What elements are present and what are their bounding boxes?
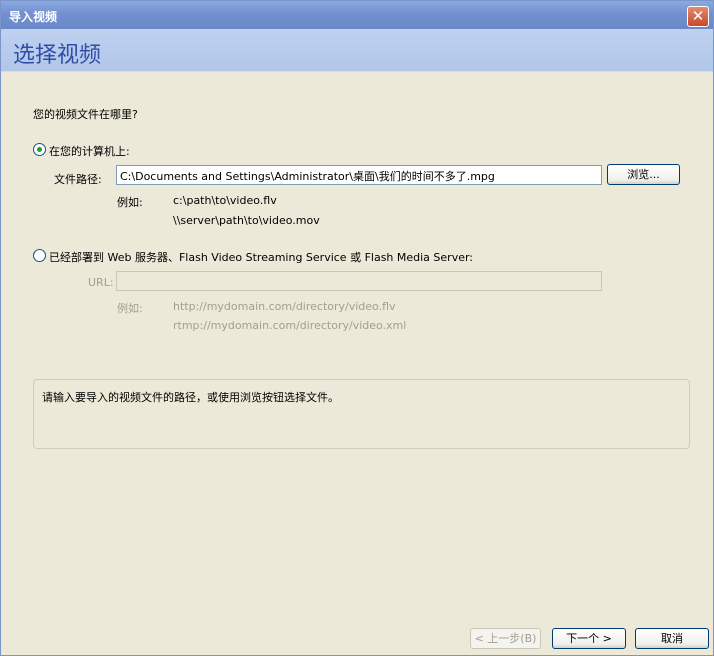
- web-example-2: rtmp://mydomain.com/directory/video.xml: [173, 319, 407, 332]
- browse-button[interactable]: 浏览...: [607, 164, 680, 185]
- header-band: 选择视频: [1, 29, 713, 72]
- location-question: 您的视频文件在哪里?: [33, 108, 138, 121]
- web-server-label[interactable]: 已经部署到 Web 服务器、Flash Video Streaming Serv…: [49, 249, 473, 265]
- local-computer-label[interactable]: 在您的计算机上:: [49, 143, 130, 159]
- close-icon: ✕: [691, 7, 705, 25]
- import-video-dialog: 导入视频 ✕ 选择视频 您的视频文件在哪里? 在您的计算机上: 文件路径: C:…: [0, 0, 714, 656]
- local-example-2: \\server\path\to\video.mov: [173, 214, 320, 227]
- info-box: 请输入要导入的视频文件的路径，或使用浏览按钮选择文件。: [33, 379, 690, 449]
- back-button[interactable]: < 上一步(B): [470, 628, 541, 649]
- local-example-label: 例如:: [117, 196, 143, 209]
- info-message: 请输入要导入的视频文件的路径，或使用浏览按钮选择文件。: [42, 391, 339, 404]
- local-example-1: c:\path\to\video.flv: [173, 194, 277, 207]
- url-input[interactable]: [116, 271, 602, 291]
- next-button[interactable]: 下一个 >: [552, 628, 626, 649]
- window-title: 导入视频: [9, 10, 58, 24]
- file-path-label: 文件路径:: [54, 173, 102, 186]
- local-computer-radio[interactable]: [33, 143, 46, 156]
- url-label: URL:: [88, 276, 114, 289]
- web-server-radio[interactable]: [33, 249, 46, 262]
- file-path-input[interactable]: C:\Documents and Settings\Administrator\…: [116, 165, 602, 185]
- title-bar[interactable]: 导入视频 ✕: [1, 1, 713, 29]
- web-example-label: 例如:: [117, 302, 143, 315]
- page-title: 选择视频: [13, 43, 102, 68]
- web-example-1: http://mydomain.com/directory/video.flv: [173, 300, 396, 313]
- close-button[interactable]: ✕: [687, 6, 709, 27]
- radio-selected-dot: [37, 147, 42, 152]
- cancel-button[interactable]: 取消: [635, 628, 709, 649]
